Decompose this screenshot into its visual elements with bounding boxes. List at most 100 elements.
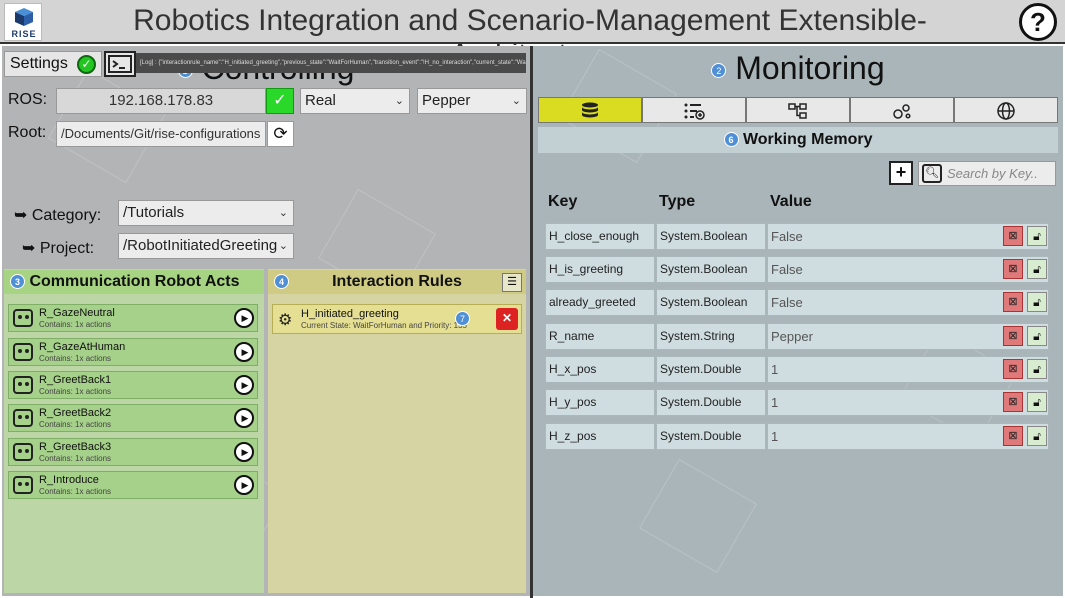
memory-key: H_y_pos <box>545 389 655 416</box>
refresh-button[interactable]: ⟳ <box>267 121 294 147</box>
lock-icon[interactable]: 🔓︎ <box>1027 426 1047 446</box>
act-name: R_Introduce <box>39 474 99 486</box>
act-sub: Contains: 1x actions <box>39 420 112 429</box>
search-icon: 🔍︎ <box>922 164 942 183</box>
delete-entry-button[interactable]: ⊠ <box>1003 326 1023 346</box>
memory-row: already_greeted System.Boolean False ⊠ 🔓… <box>545 289 1051 316</box>
act-sub: Contains: 1x actions <box>39 320 112 329</box>
mode-select[interactable]: Real ⌄ <box>300 88 410 114</box>
play-button[interactable]: ▶ <box>234 408 254 428</box>
memory-key: H_close_enough <box>545 223 655 250</box>
delete-entry-button[interactable]: ⊠ <box>1003 259 1023 279</box>
lock-icon[interactable]: 🔓︎ <box>1027 326 1047 346</box>
terminal-icon <box>108 55 132 73</box>
app-window: RISE Robotics Integration and Scenario-M… <box>0 0 1065 598</box>
help-button[interactable]: ? <box>1019 3 1057 41</box>
play-button[interactable]: ▶ <box>234 375 254 395</box>
robot-acts-title: Communication Robot Acts <box>29 273 240 290</box>
monitoring-title-text: Monitoring <box>735 50 885 86</box>
delete-entry-button[interactable]: ⊠ <box>1003 359 1023 379</box>
category-select[interactable]: /Tutorials ⌄ <box>118 200 294 226</box>
globe-icon <box>997 102 1015 120</box>
lock-icon[interactable]: 🔓︎ <box>1027 259 1047 279</box>
column-header-key: Key <box>548 193 578 210</box>
search-by-key-input[interactable]: 🔍︎ Search by Key.. <box>918 161 1056 186</box>
add-entry-button[interactable]: + <box>889 161 913 185</box>
play-button[interactable]: ▶ <box>234 308 254 328</box>
filter-button[interactable]: ☰ <box>502 273 522 292</box>
project-label: ➥ Project: <box>22 240 95 257</box>
delete-entry-button[interactable]: ⊠ <box>1003 226 1023 246</box>
monitoring-tabs <box>538 97 1058 123</box>
category-select-value: /Tutorials <box>123 204 185 221</box>
act-name: R_GreetBack2 <box>39 407 112 419</box>
robot-act-item[interactable]: R_GreetBack2 Contains: 1x actions ▶ <box>8 404 258 432</box>
play-button[interactable]: ▶ <box>234 475 254 495</box>
connect-confirm-button[interactable]: ✓ <box>266 88 294 114</box>
delete-entry-button[interactable]: ⊠ <box>1003 392 1023 412</box>
play-button[interactable]: ▶ <box>234 442 254 462</box>
memory-type: System.Boolean <box>656 223 766 250</box>
tab-bubbles[interactable] <box>850 97 954 123</box>
robot-act-item[interactable]: R_GazeAtHuman Contains: 1x actions ▶ <box>8 338 258 366</box>
memory-key: H_z_pos <box>545 423 655 450</box>
lock-icon[interactable]: 🔓︎ <box>1027 292 1047 312</box>
act-name: R_GreetBack3 <box>39 441 112 453</box>
tab-globe[interactable] <box>954 97 1058 123</box>
robot-act-item[interactable]: R_GreetBack1 Contains: 1x actions ▶ <box>8 371 258 399</box>
chevron-down-icon: ⌄ <box>394 95 404 107</box>
bubbles-icon <box>893 104 911 119</box>
tab-hierarchy[interactable] <box>746 97 850 123</box>
memory-row: H_close_enough System.Boolean False ⊠ 🔓︎ <box>545 223 1051 250</box>
ros-ip-field[interactable]: 192.168.178.83 <box>56 88 266 114</box>
root-path-field[interactable]: /Documents/Git/rise-configurations <box>56 121 266 147</box>
robot-icon <box>13 476 33 494</box>
robot-act-item[interactable]: R_GreetBack3 Contains: 1x actions ▶ <box>8 438 258 466</box>
badge-2: 2 <box>711 63 727 79</box>
robot-act-item[interactable]: R_Introduce Contains: 1x actions ▶ <box>8 471 258 499</box>
lock-icon[interactable]: 🔓︎ <box>1027 359 1047 379</box>
interaction-rules-header: 4 Interaction Rules <box>268 270 526 294</box>
memory-row: H_y_pos System.Double 1 ⊠ 🔓︎ <box>545 389 1051 416</box>
memory-key: R_name <box>545 323 655 350</box>
console-button[interactable] <box>104 51 136 77</box>
project-select[interactable]: /RobotInitiatedGreeting ⌄ <box>118 233 294 259</box>
cube-logo-icon <box>15 8 33 26</box>
memory-key: already_greeted <box>545 289 655 316</box>
robot-act-item[interactable]: R_GazeNeutral Contains: 1x actions ▶ <box>8 304 258 332</box>
rule-name: H_initiated_greeting <box>301 308 399 320</box>
act-sub: Contains: 1x actions <box>39 387 112 396</box>
lock-icon[interactable]: 🔓︎ <box>1027 226 1047 246</box>
delete-entry-button[interactable]: ⊠ <box>1003 292 1023 312</box>
robot-icon <box>13 443 33 461</box>
mode-select-value: Real <box>305 92 336 109</box>
interaction-rule-item[interactable]: ⚙ H_initiated_greeting Current State: Wa… <box>272 304 522 334</box>
robot-icon <box>13 309 33 327</box>
delete-rule-button[interactable]: ✕ <box>496 308 518 330</box>
robot-select[interactable]: Pepper ⌄ <box>417 88 527 114</box>
rise-logo: RISE <box>4 3 42 41</box>
interaction-rules-title: Interaction Rules <box>332 273 462 290</box>
column-header-value: Value <box>770 193 812 210</box>
column-header-type: Type <box>659 193 696 210</box>
hierarchy-icon <box>788 103 807 119</box>
list-add-icon <box>684 103 705 120</box>
robot-acts-header: 3 Communication Robot Acts <box>4 270 264 294</box>
settings-label: Settings <box>10 55 68 72</box>
memory-type: System.Double <box>656 356 766 383</box>
root-label: Root: <box>8 124 47 141</box>
act-name: R_GreetBack1 <box>39 374 112 386</box>
chevron-down-icon: ⌄ <box>511 95 521 107</box>
category-label: ➥ Category: <box>14 207 102 224</box>
badge-3: 3 <box>10 274 25 290</box>
lock-icon[interactable]: 🔓︎ <box>1027 392 1047 412</box>
delete-entry-button[interactable]: ⊠ <box>1003 426 1023 446</box>
act-sub: Contains: 1x actions <box>39 487 112 496</box>
hex-decoration <box>639 458 757 574</box>
tab-working-memory[interactable] <box>538 97 642 123</box>
play-button[interactable]: ▶ <box>234 342 254 362</box>
act-sub: Contains: 1x actions <box>39 354 112 363</box>
act-sub: Contains: 1x actions <box>39 454 112 463</box>
settings-button[interactable]: Settings ✓ <box>4 51 102 77</box>
tab-actions[interactable] <box>642 97 746 123</box>
